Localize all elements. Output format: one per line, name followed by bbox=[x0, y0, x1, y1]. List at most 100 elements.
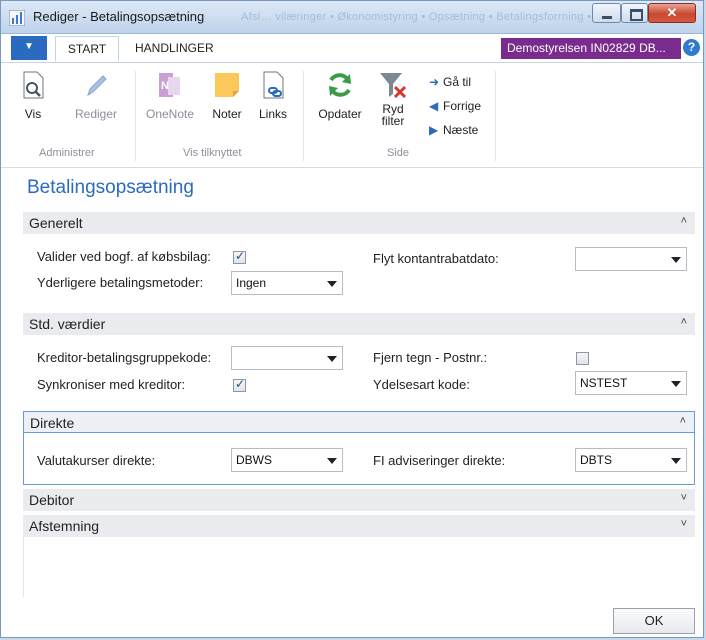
sticky-note-icon bbox=[211, 69, 243, 101]
group-label-side: Side bbox=[387, 147, 410, 159]
onenote-button[interactable]: N OneNote bbox=[141, 69, 199, 121]
page-title: Betalingsopsætning bbox=[27, 177, 194, 198]
chevron-down-icon: ˅ bbox=[680, 492, 687, 504]
links-button[interactable]: Links bbox=[255, 69, 291, 121]
ribbon-separator bbox=[495, 71, 496, 161]
onenote-icon: N bbox=[154, 69, 186, 101]
valutakurser-label: Valutakurser direkte: bbox=[37, 453, 156, 468]
noter-button[interactable]: Noter bbox=[205, 69, 249, 121]
section-title: Debitor bbox=[29, 492, 75, 508]
synkroniser-label: Synkroniser med kreditor: bbox=[37, 377, 186, 392]
tab-handlinger[interactable]: HANDLINGER bbox=[127, 36, 222, 62]
ok-button[interactable]: OK bbox=[613, 608, 695, 634]
synkroniser-checkbox[interactable] bbox=[233, 377, 246, 392]
valutakurser-dropdown[interactable]: DBWS bbox=[231, 448, 343, 472]
opdater-label: Opdater bbox=[318, 107, 362, 121]
arrow-right-icon: ➜ bbox=[429, 75, 440, 89]
naeste-button[interactable]: ▶ Næste bbox=[429, 123, 478, 137]
ydelsesart-value: NSTEST bbox=[580, 376, 628, 390]
links-label: Links bbox=[258, 107, 287, 121]
onenote-label: OneNote bbox=[145, 107, 195, 121]
opdater-button[interactable]: Opdater bbox=[313, 69, 367, 121]
group-label-vis-tilknyttet: Vis tilknyttet bbox=[183, 147, 242, 159]
gaa-til-button[interactable]: ➜ Gå til bbox=[429, 75, 471, 89]
close-icon: ✕ bbox=[666, 5, 678, 20]
kreditor-label: Kreditor-betalingsgruppekode: bbox=[37, 350, 212, 365]
section-title: Afstemning bbox=[29, 518, 100, 534]
ydelsesart-dropdown[interactable]: NSTEST bbox=[575, 371, 687, 395]
valutakurser-value: DBWS bbox=[236, 453, 272, 467]
dropdown-arrow-icon bbox=[327, 281, 337, 287]
triangle-left-icon: ◀ bbox=[429, 99, 439, 113]
ryd-filter-button[interactable]: Ryd filter bbox=[373, 69, 413, 128]
forrige-label: Forrige bbox=[443, 99, 482, 113]
dropdown-arrow-icon bbox=[327, 458, 337, 464]
chevron-up-icon: ˄ bbox=[680, 316, 687, 328]
ribbon-separator bbox=[303, 71, 304, 161]
section-header-std-vaerdier[interactable]: Std. værdier ˄ bbox=[23, 313, 695, 335]
dropdown-arrow-icon bbox=[671, 257, 681, 263]
app-chart-icon bbox=[9, 10, 25, 26]
section-header-debitor[interactable]: Debitor ˅ bbox=[23, 489, 695, 511]
application-menu-button[interactable]: ▼ bbox=[11, 36, 47, 60]
dropdown-arrow-icon bbox=[327, 356, 337, 362]
chevron-up-icon: ˄ bbox=[679, 415, 686, 427]
kreditor-dropdown[interactable] bbox=[231, 346, 343, 370]
title-bar: Rediger - Betalingsopsætning Afsl… vilær… bbox=[1, 1, 703, 34]
rediger-label: Rediger bbox=[74, 107, 118, 121]
group-label-administrer: Administrer bbox=[39, 147, 95, 159]
vis-label: Vis bbox=[24, 107, 42, 121]
close-button[interactable]: ✕ bbox=[648, 3, 696, 23]
dialog-window: Rediger - Betalingsopsætning Afsl… vilær… bbox=[0, 0, 704, 638]
chevron-up-icon: ˄ bbox=[680, 215, 687, 227]
fjern-checkbox[interactable] bbox=[576, 352, 589, 365]
ghost-breadcrumb: Afsl… vilæringer • Økonomistyring • Opsæ… bbox=[241, 11, 592, 23]
view-document-icon bbox=[17, 69, 49, 101]
gaa-til-label: Gå til bbox=[443, 75, 472, 89]
ribbon-separator bbox=[135, 71, 136, 161]
vis-button[interactable]: Vis bbox=[13, 69, 53, 121]
window-title: Rediger - Betalingsopsætning bbox=[33, 9, 205, 24]
naeste-label: Næste bbox=[443, 123, 479, 137]
tab-start[interactable]: START bbox=[55, 36, 119, 62]
refresh-icon bbox=[324, 69, 356, 101]
flyt-dropdown[interactable] bbox=[575, 247, 687, 271]
minimize-button[interactable] bbox=[592, 3, 621, 23]
fi-label: FI adviseringer direkte: bbox=[373, 453, 506, 468]
valider-checkbox[interactable] bbox=[233, 249, 246, 264]
fi-dropdown[interactable]: DBTS bbox=[575, 448, 687, 472]
company-badge[interactable]: Demostyrelsen IN02829 DB... bbox=[501, 38, 681, 59]
dropdown-arrow-icon bbox=[671, 381, 681, 387]
pencil-icon bbox=[80, 69, 112, 101]
svg-text:N: N bbox=[161, 80, 169, 92]
noter-label: Noter bbox=[212, 107, 242, 121]
link-document-icon bbox=[257, 69, 289, 101]
valider-label: Valider ved bogf. af købsbilag: bbox=[37, 249, 211, 264]
section-header-afstemning[interactable]: Afstemning ˅ bbox=[23, 515, 695, 537]
maximize-button[interactable] bbox=[621, 3, 648, 23]
yderligere-value: Ingen bbox=[236, 276, 267, 290]
yderligere-label: Yderligere betalingsmetoder: bbox=[37, 275, 204, 290]
fjern-label: Fjern tegn - Postnr.: bbox=[373, 350, 488, 365]
dropdown-arrow-icon bbox=[671, 458, 681, 464]
section-header-generelt[interactable]: Generelt ˄ bbox=[23, 212, 695, 234]
dropdown-triangle-icon: ▼ bbox=[24, 41, 34, 52]
help-icon[interactable]: ? bbox=[683, 39, 700, 56]
fi-value: DBTS bbox=[580, 453, 613, 467]
ribbon: Vis Rediger N OneNote Noter Links Opdate… bbox=[1, 63, 703, 168]
clear-filter-icon bbox=[377, 69, 409, 101]
section-title: Std. værdier bbox=[29, 316, 106, 332]
content-edge bbox=[23, 537, 24, 597]
section-title: Generelt bbox=[29, 215, 83, 231]
ryd-filter-label: Ryd filter bbox=[381, 102, 405, 128]
rediger-button[interactable]: Rediger bbox=[71, 69, 121, 121]
section-title: Direkte bbox=[30, 415, 75, 431]
forrige-button[interactable]: ◀ Forrige bbox=[429, 99, 481, 113]
chevron-down-icon: ˅ bbox=[680, 518, 687, 530]
ydelsesart-label: Ydelsesart kode: bbox=[373, 377, 470, 392]
ribbon-tabstrip: ▼ START HANDLINGER Demostyrelsen IN02829… bbox=[1, 34, 703, 63]
yderligere-dropdown[interactable]: Ingen bbox=[231, 271, 343, 295]
section-header-direkte[interactable]: Direkte ˄ bbox=[23, 411, 695, 433]
flyt-label: Flyt kontantrabatdato: bbox=[373, 251, 499, 266]
triangle-right-icon: ▶ bbox=[429, 123, 439, 137]
